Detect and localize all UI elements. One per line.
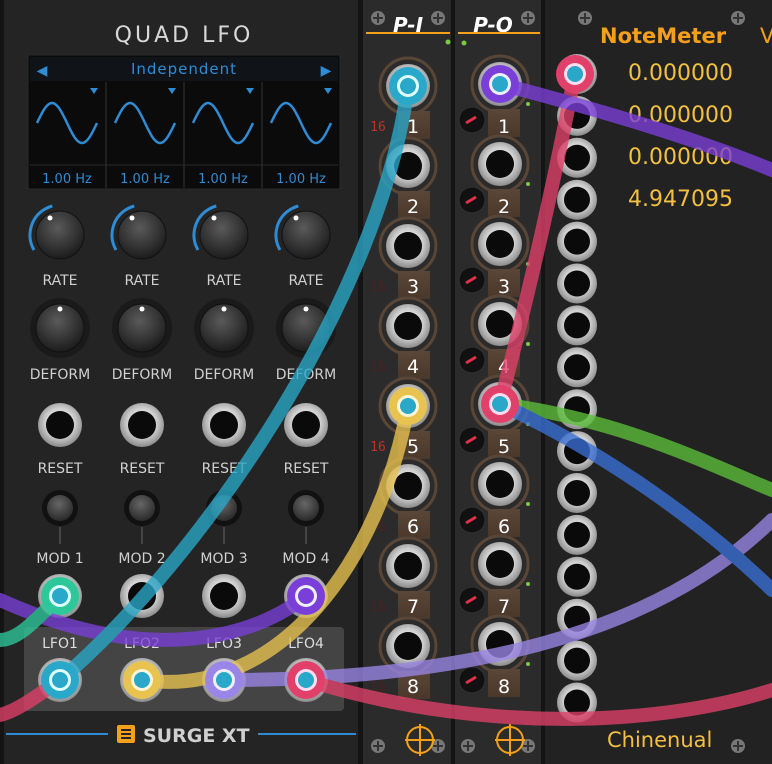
deform-knob-3[interactable] [194,298,254,358]
reset-jack-4[interactable] [284,403,328,447]
channel-display: 16 [370,440,386,455]
reset-jack-3[interactable] [202,403,246,447]
lfo1-frequency: 1.00 Hz [42,172,92,187]
poly-out-trim-knob-2[interactable] [458,186,486,214]
poly-in-channel-label: 8 [407,676,419,698]
poly-out-channel-label: 8 [498,676,510,698]
poly-out-jack-2[interactable] [478,142,522,186]
quad-lfo-module: QUAD LFO ◀ Independent ▶ 1.00 Hz 1.00 Hz… [0,0,363,764]
screw-icon [461,739,475,753]
reset-jack-2[interactable] [120,403,164,447]
note-meter-value-1: 0.000000 [628,61,733,86]
note-meter-input-jack-11[interactable] [557,473,597,513]
lfo-label-1: LFO1 [42,636,78,652]
channel-display: 16 [370,280,386,295]
note-meter-title-suffix: V [760,24,772,48]
screw-icon [431,11,445,25]
screw-icon [521,11,535,25]
channel-display: 16 [370,600,386,615]
plug-lfo3[interactable] [205,661,243,699]
lfo-display: ◀ Independent ▶ 1.00 Hz 1.00 Hz 1.00 Hz … [27,54,341,190]
rate-label-2: RATE [124,273,159,289]
plug-lfo4[interactable] [287,661,325,699]
screw-icon [731,739,745,753]
module-rack: QUAD LFO ◀ Independent ▶ 1.00 Hz 1.00 Hz… [0,0,772,764]
poly-out-trim-knob-3[interactable] [458,266,486,294]
screw-icon [371,11,385,25]
mod-label-4: MOD 4 [282,551,329,567]
poly-in-channel-label: 5 [407,436,419,458]
reset-label-2: RESET [120,461,165,477]
poly-out-trim-knob-6[interactable] [458,506,486,534]
plug-po-5[interactable] [481,385,519,423]
poly-out-trim-knob-4[interactable] [458,346,486,374]
poly-out-trim-knob-7[interactable] [458,586,486,614]
reset-label-4: RESET [284,461,329,477]
deform-knob-1[interactable] [30,298,90,358]
plug-lfo2[interactable] [123,661,161,699]
screw-icon [371,739,385,753]
note-meter-input-jack-12[interactable] [557,514,597,555]
poly-out-trim-knob-8[interactable] [458,666,486,694]
plug-po-1[interactable] [481,65,519,103]
plug-mod1[interactable] [41,577,79,615]
plug-pi-1[interactable] [389,67,427,105]
mode-next-arrow[interactable]: ▶ [321,63,332,79]
channel-display: 16 [370,360,386,375]
note-meter-input-jack-15[interactable] [557,640,597,681]
lfo2-frequency: 1.00 Hz [120,172,170,187]
rate-label-4: RATE [288,273,323,289]
poly-out-trim-knob-1[interactable] [458,106,486,134]
mod-label-1: MOD 1 [36,551,83,567]
lfo3-frequency: 1.00 Hz [198,172,248,187]
screw-icon [731,11,745,25]
poly-in-jack-3[interactable] [386,224,430,268]
poly-in-jack-7[interactable] [386,544,430,588]
quad-lfo-title: QUAD LFO [115,23,254,48]
rate-label-1: RATE [42,273,77,289]
poly-out-trim-knob-5[interactable] [458,426,486,454]
poly-in-channel-label: 3 [407,276,419,298]
brand-label: SURGE XT [143,725,250,747]
poly-in-channel-label: 4 [407,356,419,378]
note-meter-input-jack-6[interactable] [557,263,597,304]
lfo4-frequency: 1.00 Hz [276,172,326,187]
note-meter-input-jack-5[interactable] [557,221,597,262]
mode-prev-arrow[interactable]: ◀ [37,63,48,79]
note-meter-input-jack-13[interactable] [557,556,597,597]
deform-knob-2[interactable] [112,298,172,358]
note-meter-module: NoteMeter V 0.000000 0.000000 0.000000 4… [545,0,772,764]
plug-mod4[interactable] [287,577,325,615]
plug-lfo1[interactable] [41,661,79,699]
surge-logo-icon [117,725,135,743]
rate-label-3: RATE [206,273,241,289]
plug-nm-1[interactable] [556,55,594,93]
poly-in-channel-label: 6 [407,516,419,538]
note-meter-value-4: 4.947095 [628,187,733,212]
reset-label-1: RESET [38,461,83,477]
note-meter-footer: Chinenual [607,728,712,752]
deform-label-1: DEFORM [30,367,91,383]
mod-jack-3[interactable] [202,574,246,618]
plug-pi-5[interactable] [389,387,427,425]
reset-jack-1[interactable] [38,403,82,447]
screw-icon [578,11,592,25]
note-meter-input-jack-8[interactable] [557,347,597,388]
poly-out-jack-6[interactable] [478,462,522,506]
note-meter-input-jack-4[interactable] [557,179,597,220]
mod-label-3: MOD 3 [200,551,247,567]
note-meter-input-jack-7[interactable] [557,305,597,346]
note-meter-title: NoteMeter [600,24,727,48]
mode-label[interactable]: Independent [131,60,237,78]
poly-in-channel-label: 2 [407,196,419,218]
channel-display: 16 [370,120,386,135]
poly-in-jack-4[interactable] [386,304,430,348]
poly-out-jack-7[interactable] [478,542,522,586]
deform-label-3: DEFORM [194,367,255,383]
mod-label-2: MOD 2 [118,551,165,567]
deform-label-2: DEFORM [112,367,173,383]
poly-out-jack-3[interactable] [478,222,522,266]
poly-in-channel-label: 7 [407,596,419,618]
